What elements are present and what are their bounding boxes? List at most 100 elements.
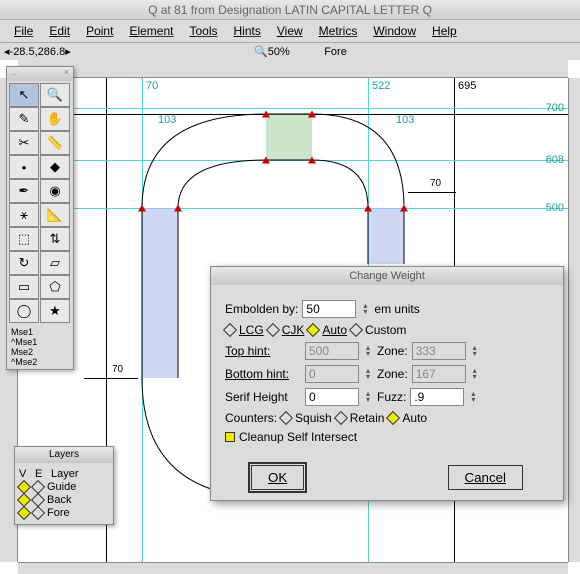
menu-window[interactable]: Window [367, 22, 422, 40]
spinner-icon[interactable]: ▴▾ [470, 368, 480, 380]
radio-auto-counter[interactable] [386, 411, 400, 425]
scrollbar-vertical[interactable] [568, 78, 580, 562]
spinner-icon[interactable]: ▴▾ [363, 368, 373, 380]
rotate-tool[interactable]: ↻ [9, 251, 39, 275]
nav-right-icon[interactable]: ▸ [65, 45, 71, 58]
cleanup-label[interactable]: Cleanup Self Intersect [239, 430, 357, 444]
toolbox-titlebar[interactable]: ..× [7, 67, 73, 81]
control-point[interactable] [262, 157, 270, 164]
window-title: Q at 81 from Designation LATIN CAPITAL L… [0, 0, 580, 20]
radio-label[interactable]: Auto [402, 411, 427, 425]
top-hint-input [305, 342, 359, 360]
scale-tool[interactable]: ⬚ [9, 227, 39, 251]
add-hv-tool[interactable]: ◆ [40, 155, 70, 179]
menu-view[interactable]: View [271, 22, 309, 40]
radio-label[interactable]: LCG [239, 323, 264, 337]
fuzz-label: Fuzz: [377, 390, 406, 404]
visible-toggle[interactable] [17, 506, 31, 520]
menu-point[interactable]: Point [80, 22, 119, 40]
close-icon[interactable]: × [64, 67, 69, 81]
radio-custom[interactable] [349, 323, 363, 337]
layer-row-guide[interactable]: Guide [19, 481, 109, 493]
mouse-info: Mse1 ^Mse1 Mse2 ^Mse2 [7, 325, 73, 369]
toolbox-palette[interactable]: ..× ↖ 🔍 ✎ ✋ ✂ 📏 • ◆ ✒ ◉ ⚹ 📐 ⬚ ⇅ ↻ ▱ ▭ ⬠ … [6, 66, 74, 370]
ok-button[interactable]: OK [251, 465, 304, 490]
serif-input[interactable] [305, 388, 359, 406]
spinner-icon[interactable]: ▴▾ [468, 391, 478, 403]
bottom-hint-input [305, 365, 359, 383]
pen-tool[interactable]: ✒ [9, 179, 39, 203]
radio-auto[interactable] [306, 323, 320, 337]
pointer-tool[interactable]: ↖ [9, 83, 39, 107]
control-point[interactable] [308, 157, 316, 164]
freehand-tool[interactable]: ✎ [9, 107, 39, 131]
menu-file[interactable]: File [8, 22, 39, 40]
menu-edit[interactable]: Edit [43, 22, 76, 40]
control-point[interactable] [308, 111, 316, 118]
cancel-button[interactable]: Cancel [448, 465, 524, 490]
ruler-tool[interactable]: 📐 [40, 203, 70, 227]
control-point[interactable] [138, 205, 146, 212]
scrollbar-horizontal[interactable] [18, 562, 568, 574]
spinner-icon[interactable]: ▴▾ [363, 345, 373, 357]
menu-tools[interactable]: Tools [183, 22, 223, 40]
change-weight-dialog[interactable]: Change Weight Embolden by: ▴▾ em units L… [210, 266, 564, 501]
bottom-hint-label: Bottom hint: [225, 367, 301, 381]
spinner-icon[interactable]: ▴▾ [363, 391, 373, 403]
menu-help[interactable]: Help [426, 22, 463, 40]
layer-row-fore[interactable]: Fore [19, 507, 109, 519]
layers-palette[interactable]: Layers V E Layer Guide Back Fore [14, 446, 114, 525]
radio-cjk[interactable] [266, 323, 280, 337]
control-point[interactable] [174, 205, 182, 212]
cut-tool[interactable]: ✂ [9, 131, 39, 155]
zoom-value: 50% [268, 46, 290, 58]
layer-name: Back [47, 494, 71, 506]
spinner-icon[interactable]: ▴▾ [360, 303, 370, 315]
layers-title[interactable]: Layers [15, 447, 113, 463]
zone-label: Zone: [377, 344, 408, 358]
menu-element[interactable]: Element [123, 22, 179, 40]
add-point-tool[interactable]: • [9, 155, 39, 179]
embolden-label: Embolden by: [225, 302, 298, 316]
cursor-coords: -28.5,286.8 [10, 46, 66, 58]
menu-metrics[interactable]: Metrics [313, 22, 364, 40]
radio-retain[interactable] [334, 411, 348, 425]
top-hint-label: Top hint: [225, 344, 301, 358]
radio-label[interactable]: Custom [365, 323, 406, 337]
embolden-input[interactable] [302, 300, 356, 318]
menu-hints[interactable]: Hints [228, 22, 267, 40]
control-point[interactable] [262, 111, 270, 118]
dialog-title[interactable]: Change Weight [211, 267, 563, 285]
radio-label[interactable]: Retain [350, 411, 385, 425]
radio-squish[interactable] [279, 411, 293, 425]
units-label: em units [374, 302, 419, 316]
radio-label[interactable]: CJK [282, 323, 305, 337]
fuzz-input[interactable] [410, 388, 464, 406]
skew-tool[interactable]: ▱ [40, 251, 70, 275]
hand-tool[interactable]: ✋ [40, 107, 70, 131]
layer-name: Fore [47, 507, 70, 519]
knife-tool[interactable]: ⚹ [9, 203, 39, 227]
flip-tool[interactable]: ⇅ [40, 227, 70, 251]
spinner-icon[interactable]: ▴▾ [470, 345, 480, 357]
cleanup-checkbox[interactable] [225, 432, 235, 442]
control-point[interactable] [364, 205, 372, 212]
zoom-out-icon[interactable]: 🔍 [254, 45, 268, 58]
ellipse-tool[interactable]: ◯ [9, 299, 39, 323]
ruler-horizontal[interactable] [18, 60, 568, 78]
radio-label[interactable]: Squish [295, 411, 332, 425]
measure-arrow [408, 192, 456, 193]
poly-tool[interactable]: ⬠ [40, 275, 70, 299]
magnify-tool[interactable]: 🔍 [40, 83, 70, 107]
spiro-tool[interactable]: ◉ [40, 179, 70, 203]
radio-label[interactable]: Auto [322, 323, 347, 337]
editable-toggle[interactable] [31, 506, 45, 520]
radio-lcg[interactable] [223, 323, 237, 337]
star-tool[interactable]: ★ [40, 299, 70, 323]
bottom-zone-input [412, 365, 466, 383]
rect-tool[interactable]: ▭ [9, 275, 39, 299]
layer-name: Guide [47, 481, 76, 493]
measure-tool[interactable]: 📏 [40, 131, 70, 155]
layer-row-back[interactable]: Back [19, 494, 109, 506]
control-point[interactable] [400, 205, 408, 212]
